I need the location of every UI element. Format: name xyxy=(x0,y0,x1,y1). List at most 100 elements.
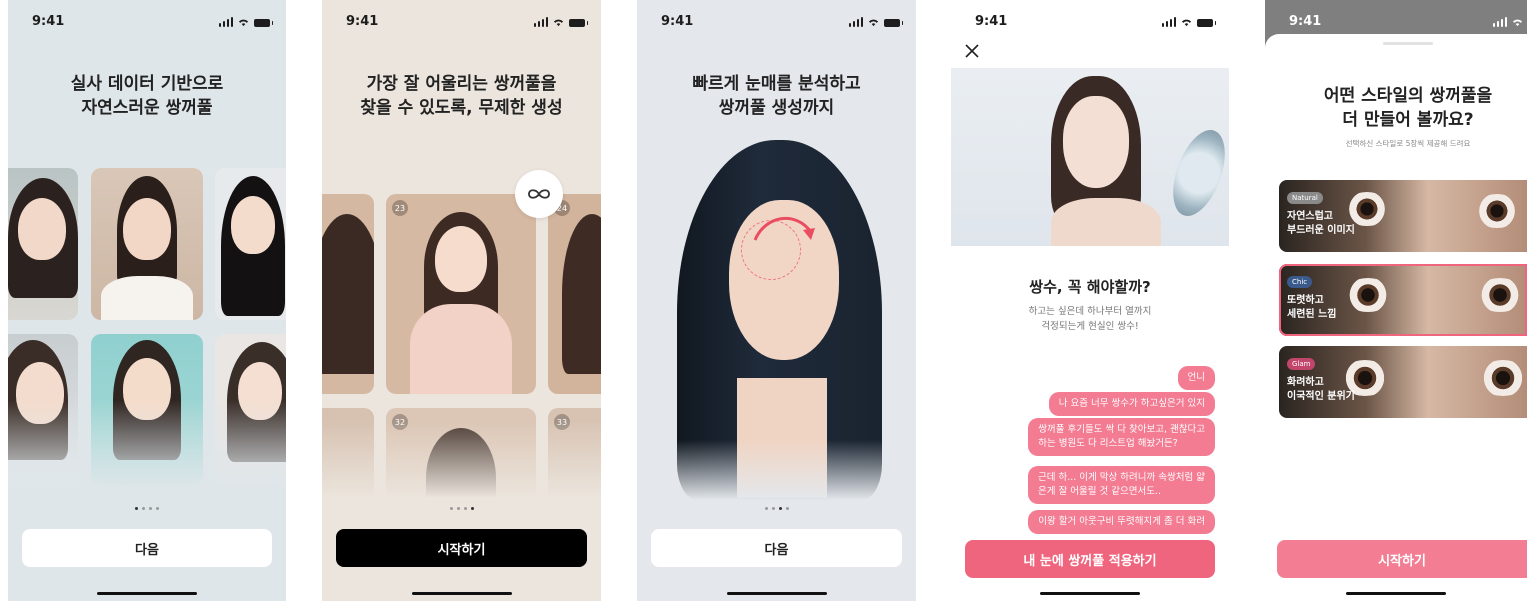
page-indicator xyxy=(8,507,286,510)
title-line-1: 실사 데이터 기반으로 xyxy=(70,74,224,94)
title-line-1: 가장 잘 어울리는 쌍꺼풀을 xyxy=(366,74,557,94)
next-button[interactable]: 다음 xyxy=(651,529,902,567)
eye-image xyxy=(1473,194,1521,228)
photo-card xyxy=(215,168,286,320)
page-dot xyxy=(764,507,768,510)
chat-text: 은게 잘 어울릴 것 같으면서도.. xyxy=(1037,486,1161,497)
photo-card: 23 xyxy=(386,194,536,394)
chat-bubble: 나 요즘 너무 쌍수가 하고싶은거 있지 xyxy=(1048,392,1215,416)
style-label: 세련된 느낌 xyxy=(1287,309,1337,320)
chat-text: 하는 병원도 다 리스트업 해놨거든? xyxy=(1038,438,1178,449)
chat-text: 이왕 할거 아웃구비 뚜렷해지게 좀 더 화려 xyxy=(1038,516,1205,527)
page-dot xyxy=(785,507,789,510)
style-tag: Chic xyxy=(1287,276,1313,288)
wifi-icon xyxy=(868,19,879,27)
wifi-icon xyxy=(553,19,564,27)
page-dot xyxy=(771,507,775,510)
onboarding-screen-3: 9:41 빠르게 눈매를 분석하고 쌍꺼풀 생성까지 다음 xyxy=(637,0,916,601)
status-bar: 9:41 xyxy=(322,14,601,34)
style-label: 또렷하고 xyxy=(1287,295,1324,306)
wifi-icon xyxy=(1512,19,1523,27)
infinity-badge xyxy=(515,170,563,218)
style-select-screen: 9:41 어떤 스타일의 쌍꺼풀을 더 만들어 볼까요? 선택하신 스타일로 5… xyxy=(1265,0,1527,601)
style-label: 이국적인 분위기 xyxy=(1287,391,1355,402)
title-line-2: 자연스러운 쌍꺼풀 xyxy=(81,98,213,118)
page-dot xyxy=(142,507,145,510)
sheet-subtitle: 선택하신 스타일로 5장씩 제공해 드려요 xyxy=(1345,139,1471,148)
signal-icon xyxy=(1492,17,1507,27)
chat-bubble: 언니 xyxy=(1177,366,1215,390)
battery-icon xyxy=(254,19,273,27)
page-indicator xyxy=(322,507,601,510)
apply-double-eyelid-button[interactable]: 내 눈에 쌍꺼풀 적용하기 xyxy=(965,540,1215,578)
intro-chat-screen: 9:41 쌍수, 꼭 해야할까? 하고는 싶은데 하나부터 열까지 걱정되는게 … xyxy=(951,0,1229,601)
wifi-icon xyxy=(238,19,249,27)
title-line-1: 빠르게 눈매를 분석하고 xyxy=(692,74,861,94)
title-line-2: 찾을 수 있도록, 무제한 생성 xyxy=(360,98,563,118)
chat-bubble: 이왕 할거 아웃구비 뚜렷해지게 좀 더 화려 xyxy=(1028,510,1215,534)
section-subtitle: 하고는 싶은데 하나부터 열까지 걱정되는게 현실인 쌍수! xyxy=(951,304,1229,334)
page-dot xyxy=(135,507,138,510)
status-bar: 9:41 xyxy=(951,14,1229,34)
title-line-1: 어떤 스타일의 쌍꺼풀을 xyxy=(1323,86,1493,106)
page-dot xyxy=(156,507,159,510)
home-indicator xyxy=(97,592,197,595)
photo-card: 24 xyxy=(548,194,601,394)
home-indicator xyxy=(1040,592,1140,595)
start-button[interactable]: 시작하기 xyxy=(336,529,587,567)
close-icon[interactable] xyxy=(965,44,979,58)
sheet-grabber[interactable] xyxy=(1383,42,1433,45)
status-time: 9:41 xyxy=(32,14,65,29)
page-dot xyxy=(778,507,782,510)
style-option-glam[interactable]: Glam 화려하고 이국적인 분위기 xyxy=(1279,346,1527,418)
status-bar: 9:41 xyxy=(637,14,916,34)
status-time: 9:41 xyxy=(661,14,694,29)
page-title: 빠르게 눈매를 분석하고 쌍꺼풀 생성까지 xyxy=(637,72,916,120)
status-time: 9:41 xyxy=(1289,14,1322,29)
page-indicator xyxy=(637,507,916,510)
onboarding-screen-2: 9:41 가장 잘 어울리는 쌍꺼풀을 찾을 수 있도록, 무제한 생성 23 … xyxy=(322,0,601,601)
analysis-arrow-icon xyxy=(753,216,815,241)
status-bar: 9:41 xyxy=(8,14,286,34)
chat-text: 나 요즘 너무 쌍수가 하고싶은거 있지 xyxy=(1058,398,1205,409)
style-tag: Glam xyxy=(1287,358,1316,370)
chat-bubble: 근데 하... 이게 막상 하려니까 속쌍처럼 얇 은게 잘 어울릴 것 같으면… xyxy=(1027,466,1215,504)
photo-card xyxy=(8,168,78,320)
style-label: 화려하고 xyxy=(1287,377,1324,388)
style-option-chic[interactable]: Chic 또렷하고 세련된 느낌 xyxy=(1279,264,1527,336)
signal-icon xyxy=(218,17,233,27)
photo-card xyxy=(91,168,203,320)
start-button[interactable]: 시작하기 xyxy=(1277,540,1527,578)
signal-icon xyxy=(848,17,863,27)
page-dot xyxy=(149,507,152,510)
section-heading: 쌍수, 꼭 해야할까? xyxy=(1029,278,1151,296)
wifi-icon xyxy=(1181,19,1192,27)
infinity-icon xyxy=(528,189,550,199)
battery-icon xyxy=(884,19,903,27)
title-line-2: 더 만들어 볼까요? xyxy=(1342,110,1474,130)
page-dot xyxy=(449,507,453,510)
chat-bubble: 쌍꺼풀 후기들도 싹 다 찾아보고, 괜찮다고 하는 병원도 다 리스트업 해놨… xyxy=(1028,418,1215,456)
page-dot xyxy=(470,507,474,510)
status-time: 9:41 xyxy=(346,14,379,29)
next-button[interactable]: 다음 xyxy=(22,529,272,567)
battery-icon xyxy=(569,19,588,27)
status-bar: 9:41 xyxy=(1265,14,1527,34)
signal-icon xyxy=(533,17,548,27)
style-label: 부드러운 이미지 xyxy=(1287,225,1355,236)
status-time: 9:41 xyxy=(975,14,1008,29)
bottom-sheet: 어떤 스타일의 쌍꺼풀을 더 만들어 볼까요? 선택하신 스타일로 5장씩 제공… xyxy=(1265,34,1527,601)
page-dot xyxy=(463,507,467,510)
style-tag: Natural xyxy=(1287,192,1323,204)
subtitle-line-1: 하고는 싶은데 하나부터 열까지 xyxy=(1028,306,1152,317)
home-indicator xyxy=(411,592,512,595)
sheet-title: 어떤 스타일의 쌍꺼풀을 더 만들어 볼까요? xyxy=(1265,84,1527,132)
style-option-natural[interactable]: Natural 자연스럽고 부드러운 이미지 xyxy=(1279,180,1527,252)
signal-icon xyxy=(1161,17,1176,27)
eye-image xyxy=(1475,278,1525,312)
eye-image xyxy=(1477,360,1527,396)
home-indicator xyxy=(1346,592,1446,595)
style-label: 자연스럽고 xyxy=(1287,211,1333,222)
chat-text: 근데 하... 이게 막상 하려니까 속쌍처럼 얇 xyxy=(1037,472,1205,483)
eye-image xyxy=(1343,278,1393,312)
